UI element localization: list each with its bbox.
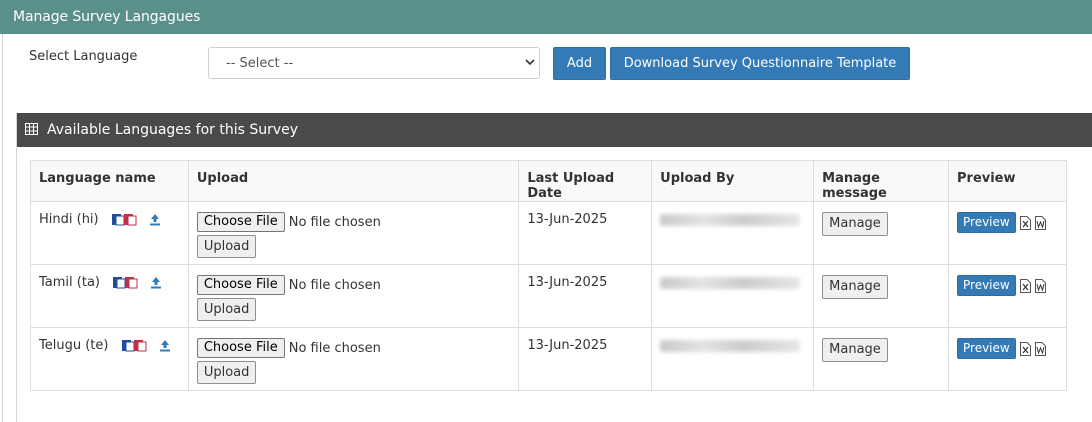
word-icon[interactable] <box>1034 215 1046 230</box>
table-row: Telugu (te) Choose File No file chosen U… <box>30 327 1067 391</box>
upload-by-redacted <box>660 277 801 289</box>
language-cell: Hindi (hi) <box>30 201 189 265</box>
preview-button[interactable]: Preview <box>957 275 1016 296</box>
manage-button[interactable]: Manage <box>822 212 888 236</box>
choose-file-button[interactable]: Choose File <box>196 212 285 232</box>
manage-cell: Manage <box>813 327 949 391</box>
upload-by-cell <box>651 264 815 328</box>
last-upload-date: 13-Jun-2025 <box>518 201 653 265</box>
excel-icon[interactable] <box>1019 278 1031 293</box>
language-name: Telugu (te) <box>39 338 109 353</box>
manage-cell: Manage <box>813 264 949 328</box>
header-preview: Preview <box>948 160 1067 202</box>
preview-cell: Preview <box>948 201 1067 265</box>
copy-icon[interactable] <box>112 276 138 289</box>
language-cell: Tamil (ta) <box>30 264 189 328</box>
upload-cell: Choose File No file chosen Upload <box>187 327 520 391</box>
upload-by-redacted <box>660 340 801 352</box>
manage-button[interactable]: Manage <box>822 338 888 362</box>
no-file-chosen-label: No file chosen <box>288 340 381 356</box>
upload-by-cell <box>651 201 815 265</box>
language-select[interactable]: -- Select -- <box>208 47 540 79</box>
available-languages-title: Available Languages for this Survey <box>47 122 299 138</box>
chevron-down-icon <box>525 59 535 66</box>
upload-button[interactable]: Upload <box>196 361 257 384</box>
header-language-name: Language name <box>30 160 189 202</box>
header-manage-message: Manage message <box>813 160 949 202</box>
panel-border <box>2 34 3 422</box>
upload-icon[interactable] <box>159 339 171 352</box>
languages-table: Language name Upload Last Upload Date Up… <box>30 160 1067 391</box>
choose-file-button[interactable]: Choose File <box>196 275 285 295</box>
word-icon[interactable] <box>1034 341 1046 356</box>
header-upload: Upload <box>187 160 520 202</box>
last-upload-date: 13-Jun-2025 <box>518 327 653 391</box>
table-header-row: Language name Upload Last Upload Date Up… <box>30 160 1067 202</box>
language-name: Tamil (ta) <box>39 275 100 290</box>
select-language-label: Select Language <box>29 49 138 64</box>
upload-cell: Choose File No file chosen Upload <box>187 264 520 328</box>
available-languages-header: Available Languages for this Survey <box>17 113 1092 147</box>
upload-icon[interactable] <box>150 276 162 289</box>
grid-icon <box>25 123 38 135</box>
manage-button[interactable]: Manage <box>822 275 888 299</box>
word-icon[interactable] <box>1034 278 1046 293</box>
upload-cell: Choose File No file chosen Upload <box>187 201 520 265</box>
upload-button[interactable]: Upload <box>196 235 257 258</box>
table-row: Tamil (ta) Choose File No file chosen Up… <box>30 264 1067 328</box>
language-name: Hindi (hi) <box>39 212 99 227</box>
table-row: Hindi (hi) Choose File No file chosen Up… <box>30 201 1067 265</box>
upload-icon[interactable] <box>149 213 161 226</box>
download-template-button[interactable]: Download Survey Questionnaire Template <box>610 47 910 80</box>
excel-icon[interactable] <box>1019 215 1031 230</box>
language-select-value: -- Select -- <box>226 56 294 71</box>
upload-button[interactable]: Upload <box>196 298 257 321</box>
last-upload-date: 13-Jun-2025 <box>518 264 653 328</box>
excel-icon[interactable] <box>1019 341 1031 356</box>
manage-survey-languages-page: Manage Survey Langagues Select Language … <box>0 0 1092 422</box>
preview-cell: Preview <box>948 264 1067 328</box>
no-file-chosen-label: No file chosen <box>288 277 381 293</box>
language-cell: Telugu (te) <box>30 327 189 391</box>
header-upload-by: Upload By <box>651 160 815 202</box>
add-button[interactable]: Add <box>553 47 606 80</box>
copy-icon[interactable] <box>111 213 137 226</box>
preview-button[interactable]: Preview <box>957 338 1016 359</box>
upload-by-cell <box>651 327 815 391</box>
header-last-upload-date: Last Upload Date <box>518 160 653 202</box>
manage-cell: Manage <box>813 201 949 265</box>
panel-title: Manage Survey Langagues <box>0 0 1092 34</box>
copy-icon[interactable] <box>121 339 147 352</box>
choose-file-button[interactable]: Choose File <box>196 338 285 358</box>
preview-cell: Preview <box>948 327 1067 391</box>
no-file-chosen-label: No file chosen <box>288 214 381 230</box>
upload-by-redacted <box>660 214 801 226</box>
preview-button[interactable]: Preview <box>957 212 1016 233</box>
